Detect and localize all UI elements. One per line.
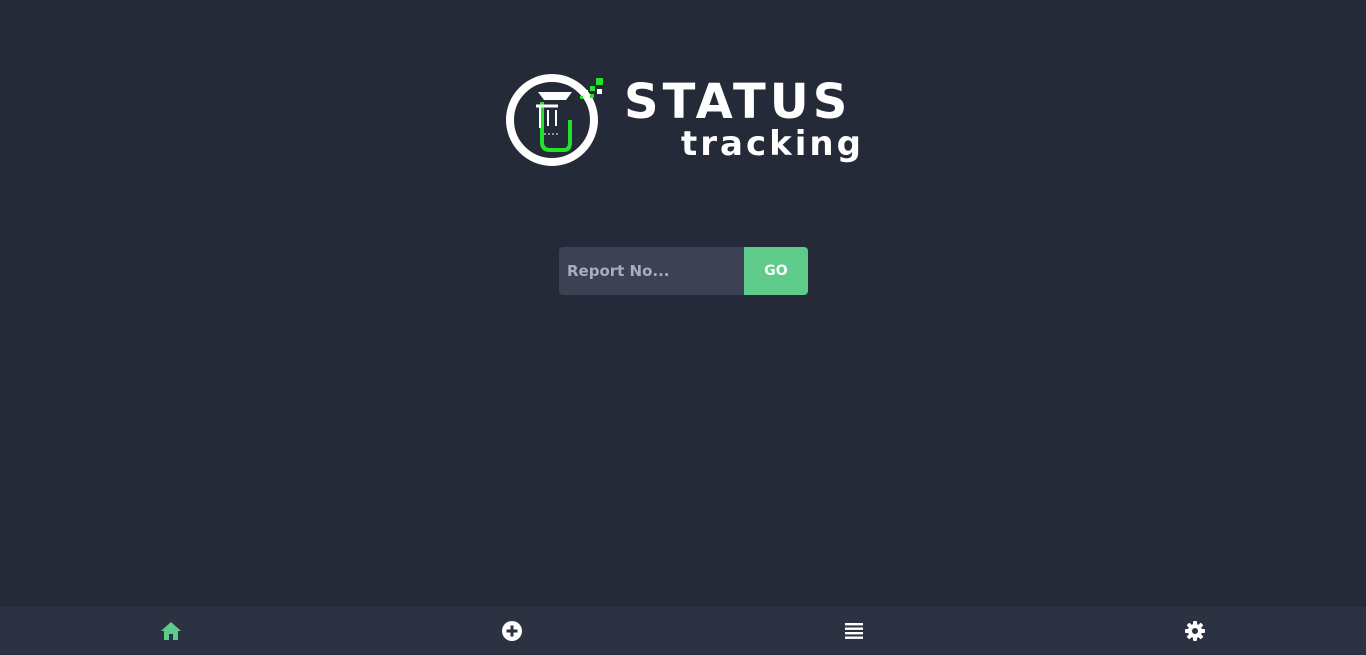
- nav-item-settings[interactable]: [1025, 607, 1366, 655]
- go-button[interactable]: GO: [744, 247, 808, 295]
- report-number-input[interactable]: [559, 247, 744, 295]
- nav-item-list[interactable]: [683, 607, 1025, 655]
- nav-item-home[interactable]: [0, 607, 342, 655]
- logo-word-tracking: tracking: [681, 124, 864, 164]
- home-icon: [160, 622, 181, 640]
- gear-icon: [1185, 621, 1206, 641]
- app-logo: STATUS tracking: [506, 70, 866, 170]
- plus-circle-icon: [502, 621, 523, 641]
- list-icon: [844, 623, 863, 639]
- report-search-form: GO: [559, 247, 808, 295]
- bottom-nav: [0, 607, 1366, 655]
- beaker-gauge-logo-icon: [506, 74, 603, 166]
- page: STATUS tracking GO: [0, 0, 1366, 655]
- nav-item-add[interactable]: [342, 607, 684, 655]
